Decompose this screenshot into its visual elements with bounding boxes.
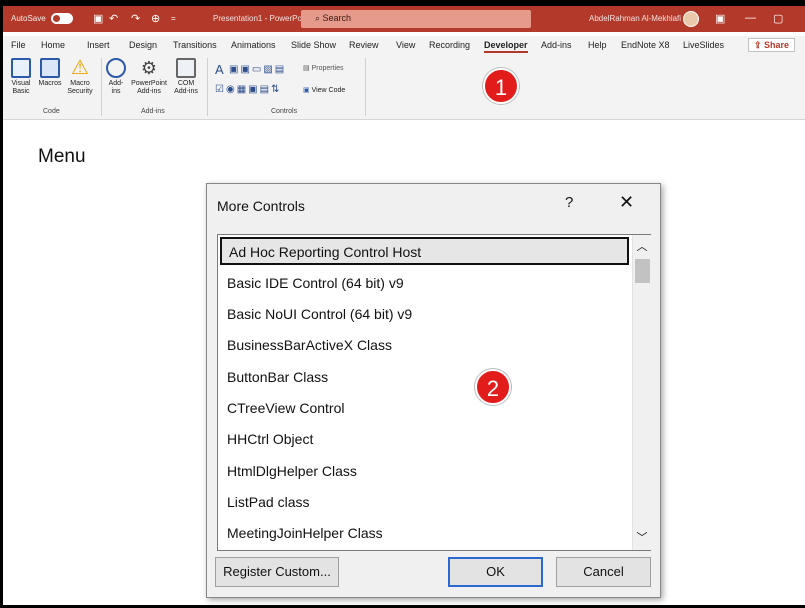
undo-icon[interactable]: ↶ (109, 12, 118, 25)
close-icon[interactable]: ✕ (619, 192, 634, 213)
save-icon[interactable]: ▣ (93, 12, 103, 25)
step-badge-2: 2 (475, 369, 511, 405)
list-item[interactable]: HHCtrl Object (227, 431, 313, 447)
list-item[interactable]: ButtonBar Class (227, 369, 328, 385)
ribbon-display-icon[interactable]: ▣ (715, 12, 725, 25)
controls-listbox[interactable]: Ad Hoc Reporting Control Host Basic IDE … (217, 234, 651, 551)
gear-icon: ⚙ (140, 58, 158, 78)
properties-label: Properties (311, 65, 344, 72)
tab-review[interactable]: Review (349, 40, 379, 50)
ribbon-developer: Visual Basic Macros ⚠ Macro Security Cod… (3, 54, 805, 120)
ribbon-tabs: File Home Insert Design Transitions Anim… (3, 36, 805, 54)
vertical-scrollbar[interactable]: ︿ ﹀ (632, 235, 651, 550)
autosave-label: AutoSave (11, 14, 46, 23)
list-item-selected[interactable]: Ad Hoc Reporting Control Host (220, 237, 629, 265)
properties-icon: ▤ (303, 65, 312, 72)
autosave-toggle[interactable] (51, 13, 73, 24)
scroll-down-icon[interactable]: ﹀ (633, 528, 651, 548)
share-button[interactable]: ⇪ Share (748, 38, 796, 52)
group-divider (365, 58, 366, 116)
visual-basic-icon (11, 58, 31, 78)
share-label: Share (764, 40, 790, 50)
macros-label: Macros (38, 80, 62, 87)
qat-dropdown-icon[interactable]: = (171, 14, 176, 23)
activex-controls-row-2-icon[interactable]: ☑◉▦▣▤⇅ (215, 84, 281, 95)
redo-icon[interactable]: ↷ (131, 12, 140, 25)
view-code-label: View Code (311, 87, 346, 94)
ok-label: OK (486, 564, 505, 579)
register-custom-label: Register Custom... (223, 564, 331, 579)
list-item[interactable]: BusinessBarActiveX Class (227, 337, 392, 353)
activex-controls-row-1-icon[interactable]: ▣▣▭▧▤ (229, 64, 286, 75)
warning-icon: ⚠ (71, 57, 89, 79)
tab-liveslides[interactable]: LiveSlides (683, 40, 724, 50)
add-ins-label: Add-ins (108, 80, 124, 95)
tab-endnote[interactable]: EndNote X8 (621, 40, 670, 50)
tab-design[interactable]: Design (129, 40, 157, 50)
tab-add-ins[interactable]: Add-ins (541, 40, 572, 50)
share-icon: ⇪ (754, 40, 765, 50)
ok-button[interactable]: OK (448, 557, 543, 587)
group-divider (101, 58, 102, 116)
minimize-icon[interactable]: — (745, 12, 756, 24)
search-placeholder: Search (322, 13, 352, 23)
help-icon[interactable]: ? (565, 194, 573, 211)
tab-developer[interactable]: Developer (484, 40, 528, 53)
dialog-title: More Controls (217, 198, 305, 214)
com-addins-label: COM Add-ins (174, 80, 198, 95)
cancel-button[interactable]: Cancel (556, 557, 651, 587)
macro-security-label: Macro Security (67, 80, 93, 95)
powerpoint-addins-button[interactable]: ⚙ PowerPoint Add-ins (131, 58, 167, 96)
search-box[interactable]: ⌕ Search (301, 10, 531, 28)
view-code-icon: ▣ (303, 87, 312, 94)
controls-group-label: Controls (271, 108, 298, 115)
tab-transitions[interactable]: Transitions (173, 40, 217, 50)
group-divider (207, 58, 208, 116)
add-ins-button[interactable]: Add-ins (105, 58, 127, 96)
view-code-button[interactable]: ▣ View Code (303, 86, 345, 94)
powerpoint-addins-label: PowerPoint Add-ins (131, 80, 167, 95)
user-name: AbdelRahman Al-Mekhlafi (589, 14, 682, 23)
scroll-thumb[interactable] (635, 259, 650, 283)
code-group-label: Code (43, 108, 60, 115)
list-item[interactable]: Basic NoUI Control (64 bit) v9 (227, 306, 412, 322)
visual-basic-button[interactable]: Visual Basic (7, 58, 35, 96)
title-bar: AutoSave ▣ ↶ ↷ ⊕ = Presentation1 - Power… (3, 6, 805, 32)
menu-label: Menu (38, 146, 86, 167)
macros-button[interactable]: Macros (37, 58, 63, 88)
list-item[interactable]: MeetingJoinHelper Class (227, 525, 383, 541)
visual-basic-label: Visual Basic (11, 80, 31, 95)
cancel-label: Cancel (583, 564, 624, 579)
tab-slide-show[interactable]: Slide Show (291, 40, 336, 50)
tab-home[interactable]: Home (41, 40, 65, 50)
com-addins-icon (176, 58, 196, 78)
tab-animations[interactable]: Animations (231, 40, 276, 50)
addins-icon (106, 58, 126, 78)
tab-file[interactable]: File (11, 40, 26, 50)
macro-security-button[interactable]: ⚠ Macro Security (65, 58, 95, 96)
list-item[interactable]: CTreeView Control (227, 400, 345, 416)
tab-recording[interactable]: Recording (429, 40, 470, 50)
label-control-icon[interactable]: A (215, 62, 226, 77)
document-title: Presentation1 - PowerPoint (213, 14, 311, 23)
properties-button[interactable]: ▤ Properties (303, 64, 343, 72)
scroll-up-icon[interactable]: ︿ (633, 237, 651, 257)
list-item[interactable]: Basic IDE Control (64 bit) v9 (227, 275, 404, 291)
search-icon: ⌕ (315, 13, 323, 23)
customize-toolbar-icon[interactable]: ⊕ (151, 12, 160, 25)
list-item[interactable]: HtmlDlgHelper Class (227, 463, 357, 479)
list-item[interactable]: ListPad class (227, 494, 309, 510)
register-custom-button[interactable]: Register Custom... (215, 557, 339, 587)
macros-icon (40, 58, 60, 78)
more-controls-dialog: More Controls ? ✕ Ad Hoc Reporting Contr… (206, 183, 661, 598)
tab-view[interactable]: View (396, 40, 415, 50)
addins-group-label: Add-ins (141, 108, 165, 115)
step-badge-1: 1 (483, 68, 519, 104)
tab-insert[interactable]: Insert (87, 40, 110, 50)
restore-icon[interactable]: ▢ (773, 12, 783, 25)
com-addins-button[interactable]: COM Add-ins (171, 58, 201, 96)
avatar[interactable] (683, 11, 699, 27)
tab-help[interactable]: Help (588, 40, 607, 50)
